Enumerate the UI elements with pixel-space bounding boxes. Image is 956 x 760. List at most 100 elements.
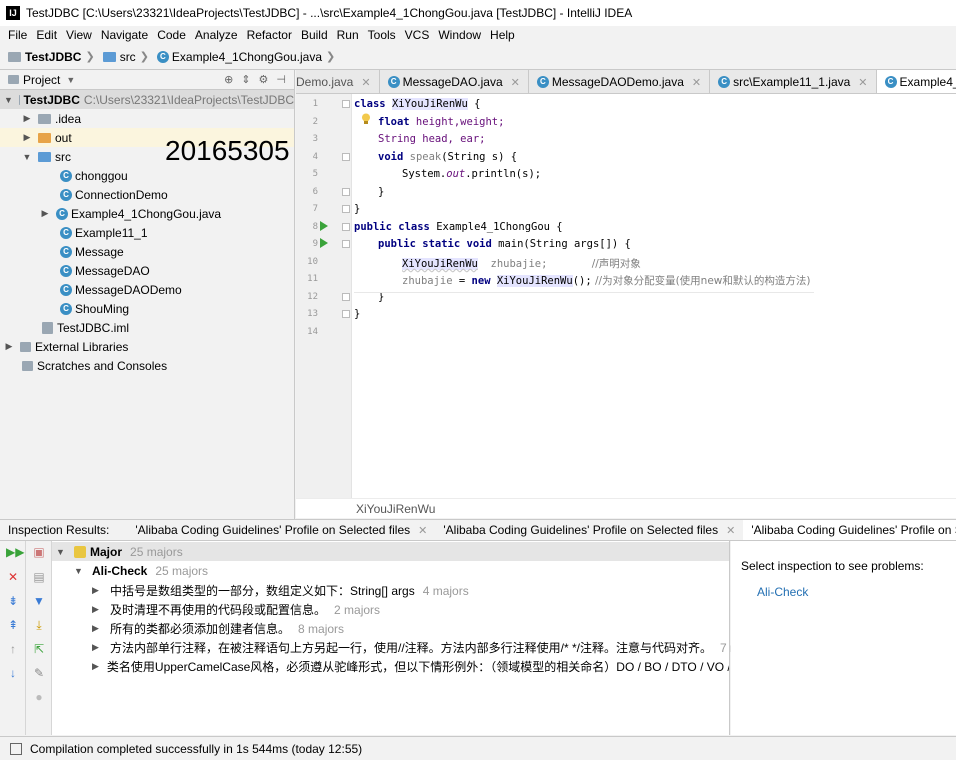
tree-item-shouming[interactable]: C ShouMing	[0, 299, 294, 318]
filter-icon[interactable]: ▼	[32, 594, 46, 608]
run-class-icon[interactable]	[320, 221, 328, 231]
collapsed-arrow-icon[interactable]: ▶	[40, 208, 50, 219]
breadcrumb-src[interactable]: src ❯	[102, 50, 153, 64]
close-icon[interactable]: ✕	[858, 76, 867, 89]
collapsed-arrow-icon[interactable]: ▶	[92, 604, 102, 615]
tree-item-messagedao[interactable]: C MessageDAO	[0, 261, 294, 280]
inspection-item[interactable]: ▶ 所有的类都必须添加创建者信息。 8 majors	[92, 619, 344, 638]
inspection-tree[interactable]: ▼ Major 25 majors ▼ Ali-Check 25 majors …	[52, 541, 766, 735]
method-separator	[354, 292, 814, 293]
group-by-directory-icon[interactable]: ▤	[32, 570, 46, 584]
settings-wrench-icon[interactable]: ✎	[32, 666, 46, 680]
menu-analyze[interactable]: Analyze	[191, 28, 242, 42]
editor-tab-active[interactable]: C Example4_1ChongG	[876, 70, 956, 93]
expanded-arrow-icon[interactable]: ▼	[4, 95, 13, 105]
menu-navigate[interactable]: Navigate	[97, 28, 152, 42]
inspection-item[interactable]: ▶ 及时清理不再使用的代码段或配置信息。 2 majors	[92, 600, 380, 619]
fold-marker-icon[interactable]	[342, 310, 350, 318]
inspection-item[interactable]: ▶ 类名使用UpperCamelCase风格，必须遵从驼峰形式，但以下情形例外：…	[92, 657, 729, 676]
tree-item-external-libraries[interactable]: ▶ External Libraries	[0, 337, 294, 356]
menu-view[interactable]: View	[62, 28, 96, 42]
menu-run[interactable]: Run	[333, 28, 363, 42]
close-icon[interactable]: ✕	[511, 76, 520, 89]
tree-item-message[interactable]: C Message	[0, 242, 294, 261]
open-source-icon[interactable]: ⇱	[32, 642, 46, 656]
expanded-arrow-icon[interactable]: ▼	[56, 547, 66, 557]
inspection-tab[interactable]: 'Alibaba Coding Guidelines' Profile on S…	[435, 520, 743, 540]
collapsed-arrow-icon[interactable]: ▶	[92, 642, 102, 653]
fold-marker-icon[interactable]	[342, 205, 350, 213]
inspection-item[interactable]: ▶ 中括号是数组类型的一部分，数组定义如下：String[] args 4 ma…	[92, 581, 469, 600]
close-icon[interactable]: ✕	[6, 570, 20, 584]
editor-tab[interactable]: C MessageDAO.java ✕	[380, 70, 529, 93]
export-icon[interactable]: ⤓	[32, 618, 46, 632]
breadcrumb-project[interactable]: TestJDBC ❯	[8, 50, 99, 64]
breadcrumb-file[interactable]: C Example4_1ChongGou.java ❯	[156, 50, 339, 64]
editor-tab[interactable]: C src\Example11_1.java ✕	[710, 70, 877, 93]
project-view-selector[interactable]: Project	[23, 73, 60, 87]
previous-problem-icon[interactable]: ↑	[6, 642, 20, 656]
toggle-tool-windows-icon[interactable]	[10, 742, 22, 755]
fold-marker-icon[interactable]	[342, 100, 350, 108]
run-main-icon[interactable]	[320, 238, 328, 248]
tree-item-chonggou[interactable]: C chonggou	[0, 166, 294, 185]
menu-edit[interactable]: Edit	[32, 28, 61, 42]
group-by-severity-icon[interactable]: ▣	[32, 545, 46, 559]
collapsed-arrow-icon[interactable]: ▶	[92, 585, 102, 596]
editor-tab-label: Example4_1ChongG	[899, 75, 956, 89]
rerun-icon[interactable]: ▶▶	[6, 545, 24, 559]
tree-item-example11[interactable]: C Example11_1	[0, 223, 294, 242]
menu-code[interactable]: Code	[153, 28, 190, 42]
tree-item-idea[interactable]: ▶ .idea	[0, 109, 294, 128]
inspection-group-major[interactable]: ▼ Major 25 majors	[52, 542, 729, 561]
menu-help[interactable]: Help	[486, 28, 519, 42]
close-icon[interactable]: ✕	[361, 76, 370, 89]
tree-item-iml[interactable]: TestJDBC.iml	[0, 318, 294, 337]
menu-vcs[interactable]: VCS	[401, 28, 434, 42]
collapsed-arrow-icon[interactable]: ▶	[22, 113, 32, 124]
collapsed-arrow-icon[interactable]: ▶	[92, 661, 99, 672]
editor-tab[interactable]: Demo.java ✕	[296, 70, 380, 93]
tree-item-example4[interactable]: ▶ C Example4_1ChongGou.java	[0, 204, 294, 223]
collapsed-arrow-icon[interactable]: ▶	[92, 623, 102, 634]
tree-item-connectiondemo[interactable]: C ConnectionDemo	[0, 185, 294, 204]
inspection-tab[interactable]: 'Alibaba Coding Guidelines' Profile on S…	[127, 520, 435, 540]
editor-tab[interactable]: C MessageDAODemo.java ✕	[529, 70, 711, 93]
collapsed-arrow-icon[interactable]: ▶	[4, 341, 14, 352]
inspection-item[interactable]: ▶ 方法内部单行注释，在被注释语句上方另起一行，使用//注释。方法内部多行注释使…	[92, 638, 766, 657]
fold-marker-icon[interactable]	[342, 240, 350, 248]
fold-marker-icon[interactable]	[342, 153, 350, 161]
fold-marker-icon[interactable]	[342, 223, 350, 231]
tree-item-testjdbc[interactable]: ▼ TestJDBC C:\Users\23321\IdeaProjects\T…	[0, 90, 294, 109]
inspection-tab-active[interactable]: 'Alibaba Coding Guidelines' Profile on S…	[743, 520, 956, 540]
hide-icon[interactable]: ⊣	[276, 73, 286, 86]
gear-icon[interactable]: ⚙	[259, 73, 269, 86]
collapse-all-icon[interactable]: ⇞	[6, 618, 20, 632]
locate-icon[interactable]: ⊕	[224, 73, 233, 86]
expanded-arrow-icon[interactable]: ▼	[74, 566, 84, 576]
tree-item-messagedaodemo[interactable]: C MessageDAODemo	[0, 280, 294, 299]
next-problem-icon[interactable]: ↓	[6, 666, 20, 680]
fold-marker-icon[interactable]	[342, 293, 350, 301]
inspection-detail-link[interactable]: Ali-Check	[757, 585, 808, 599]
lightbulb-icon[interactable]: ●	[32, 690, 46, 704]
collapse-all-icon[interactable]: ⇕	[241, 73, 250, 86]
dropdown-arrow-icon[interactable]: ▼	[66, 75, 75, 85]
code-editor[interactable]: 1 2 3 4 5 6 7 8 9 10 11 12 13 14 class X…	[296, 94, 956, 498]
expanded-arrow-icon[interactable]: ▼	[22, 152, 32, 162]
collapsed-arrow-icon[interactable]: ▶	[22, 132, 32, 143]
expand-all-icon[interactable]: ⇟	[6, 594, 20, 608]
menu-refactor[interactable]: Refactor	[243, 28, 296, 42]
editor-breadcrumb[interactable]: XiYouJiRenWu	[296, 498, 956, 518]
menu-file[interactable]: File	[4, 28, 31, 42]
close-icon[interactable]: ✕	[692, 76, 701, 89]
inspection-count: 2 majors	[334, 602, 381, 617]
menu-tools[interactable]: Tools	[364, 28, 400, 42]
close-icon[interactable]: ✕	[726, 524, 735, 537]
menu-build[interactable]: Build	[297, 28, 332, 42]
close-icon[interactable]: ✕	[418, 524, 427, 537]
inspection-group-alicheck[interactable]: ▼ Ali-Check 25 majors	[74, 561, 208, 580]
fold-marker-icon[interactable]	[342, 188, 350, 196]
menu-window[interactable]: Window	[434, 28, 485, 42]
tree-item-scratches[interactable]: Scratches and Consoles	[0, 356, 294, 375]
